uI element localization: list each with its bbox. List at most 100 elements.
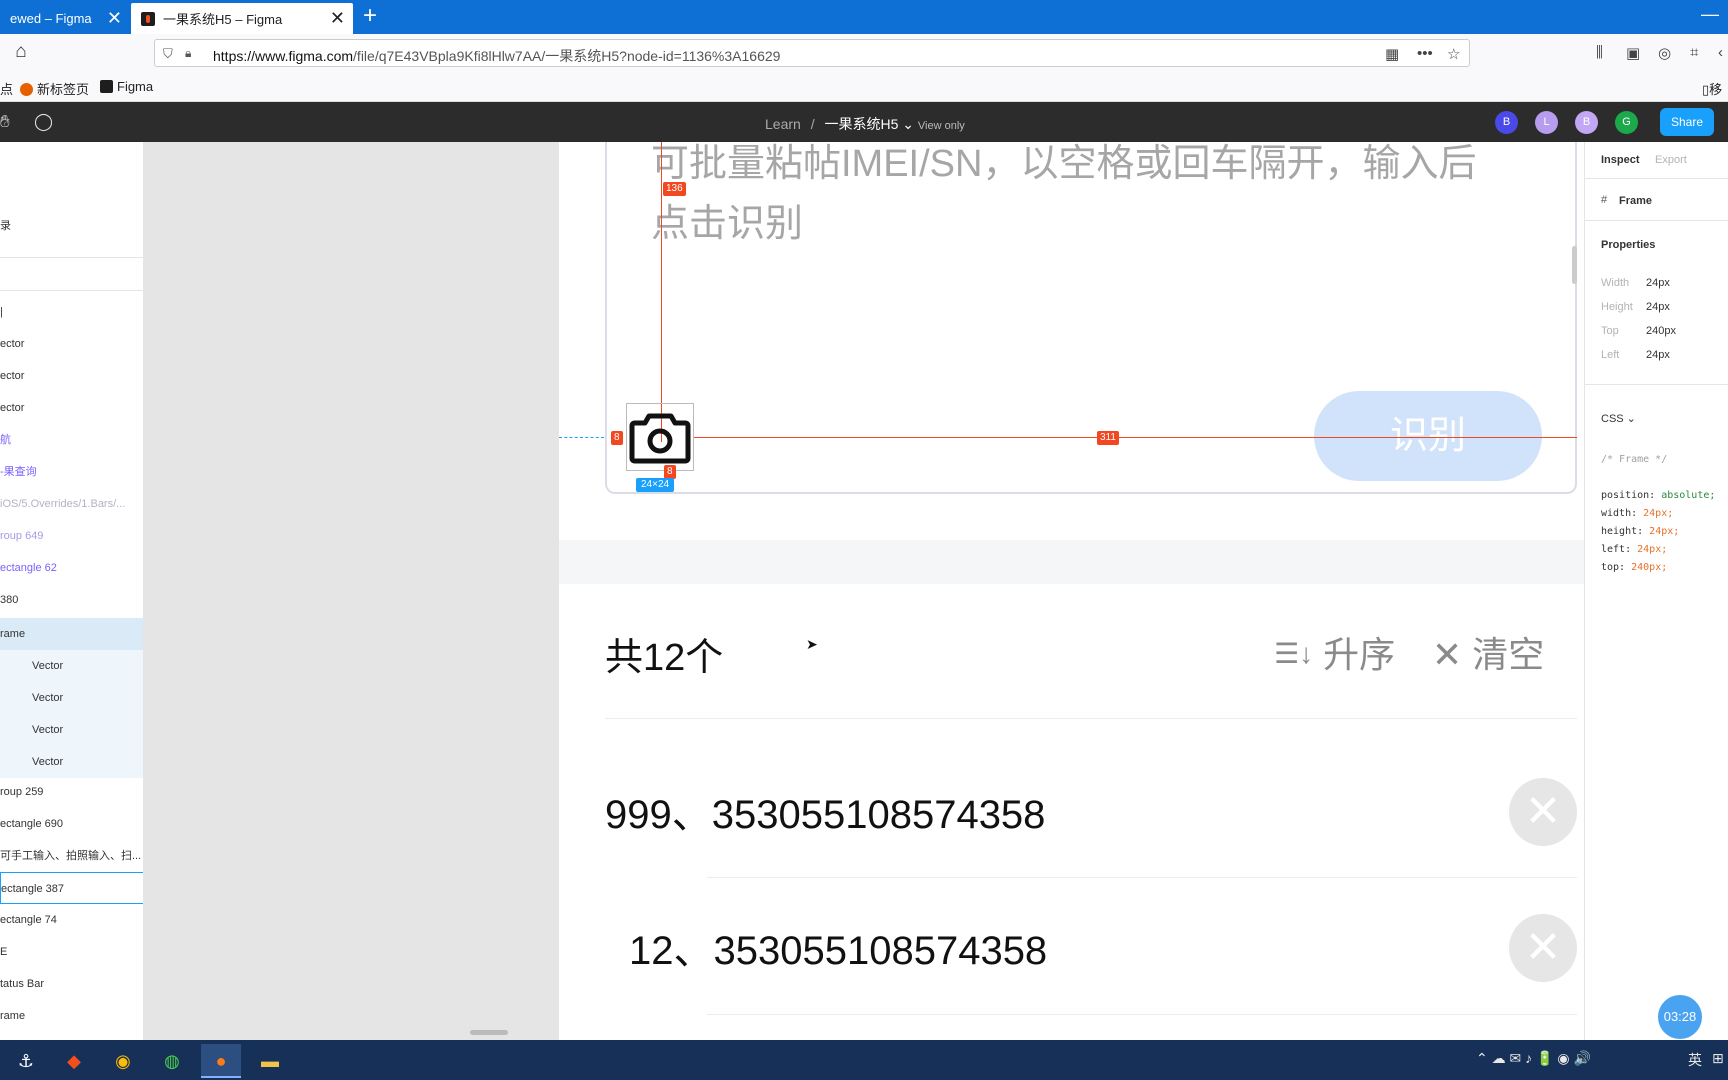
layer-item[interactable]: ector (0, 328, 143, 360)
breadcrumb-team[interactable]: Learn (765, 116, 801, 132)
distance-badge: 136 (663, 182, 686, 196)
vertical-scrollbar[interactable] (1572, 246, 1577, 284)
url-bar[interactable]: ⛉ 🔒︎ https://www.figma.com/file/q7E43VBp… (154, 39, 1470, 67)
camera-frame[interactable] (626, 403, 694, 471)
comment-icon[interactable]: ◯ (34, 112, 53, 132)
layer-item[interactable]: 航 (0, 424, 143, 456)
layer-item[interactable]: ector (0, 360, 143, 392)
design-frame[interactable]: 可批量粘帖IMEI/SN，以空格或回车隔开，输入后 点击识别 识别 136 8 … (559, 142, 1584, 1040)
shield-icon[interactable]: ⛉ (163, 46, 173, 62)
layer-item[interactable]: Vector (0, 746, 143, 778)
tab-inspect[interactable]: Inspect (1601, 154, 1640, 166)
url-path: /file/q7E43VBpla9Kfi8lHlw7AA/一果系统H5?node… (353, 48, 781, 64)
layer-item[interactable]: ector (0, 392, 143, 424)
qr-code-icon[interactable]: ▦ (1385, 45, 1399, 63)
bookmark-item[interactable]: 点 (0, 79, 13, 98)
layer-item[interactable]: rame (0, 1000, 143, 1032)
css-dropdown[interactable]: CSS ⌄ (1601, 412, 1636, 425)
account-icon[interactable]: ◎ (1658, 44, 1671, 62)
firefox-icon[interactable]: ● (201, 1044, 241, 1078)
inspect-panel: Inspect Export # Frame Properties Width … (1584, 142, 1728, 1040)
tab-close-icon[interactable]: ✕ (107, 8, 122, 28)
count-label: 共12个 (605, 637, 724, 679)
prop-value: 24px (1646, 277, 1670, 289)
layer-item[interactable]: 可手工输入、拍照输入、扫... (0, 840, 143, 872)
more-icon[interactable]: ••• (1417, 45, 1433, 62)
layer-item[interactable]: Vector (0, 682, 143, 714)
css-value: absolute; (1655, 490, 1716, 501)
layer-item[interactable]: Vector (0, 650, 143, 682)
clear-button[interactable]: ✕ 清空 (1432, 626, 1544, 678)
taskbar: ⚓︎ ◆ ◉ ◍ ● ▬ ⌃ ☁ ✉ ♪ 🔋 ◉ 🔊 英 ⊞ (0, 1040, 1728, 1080)
sidebar-icon[interactable]: ▣ (1626, 44, 1640, 62)
placeholder-line: 可批量粘帖IMEI/SN，以空格或回车隔开，输入后 (651, 143, 1477, 185)
bookmark-item[interactable]: 新标签页 (20, 79, 89, 98)
avatar[interactable]: L (1535, 111, 1558, 134)
tab-close-icon[interactable]: ✕ (330, 8, 345, 28)
dimension-badge: 24×24 (636, 478, 675, 492)
browser-window: { "browser": { "tab_inactive": "ewed – F… (0, 0, 1728, 1080)
layer-item[interactable]: E (0, 936, 143, 968)
sort-icon: ☰↓ (1274, 638, 1314, 669)
identify-button[interactable]: 识别 (1314, 391, 1542, 481)
lock-icon[interactable]: 🔒︎ (185, 46, 191, 61)
horizontal-scrollbar[interactable] (470, 1030, 508, 1035)
bookmark-star-icon[interactable]: ☆ (1447, 45, 1460, 63)
css-prop: height: (1601, 526, 1644, 537)
bookmark-item[interactable]: Figma (100, 79, 153, 94)
view-only-label: View only (917, 120, 965, 132)
wechat-icon[interactable]: ◍ (152, 1044, 192, 1078)
project-name[interactable]: 一果系统H5 (824, 116, 898, 132)
app-icon-1[interactable]: ⚓︎ (6, 1044, 46, 1078)
layer-item[interactable]: tatus Bar (0, 968, 143, 1000)
nav-bar: ⌂ ⛉ 🔒︎ https://www.figma.com/file/q7E43V… (0, 34, 1728, 72)
chrome-icon[interactable]: ◉ (103, 1044, 143, 1078)
prop-value: 24px (1646, 349, 1670, 361)
layer-item-selected[interactable]: rame (0, 618, 143, 650)
ime-indicator[interactable]: 英 (1688, 1050, 1702, 1070)
tab-active[interactable]: 一果系统H5 – Figma ✕ (131, 3, 353, 34)
keyboard-icon[interactable]: ⊞ (1712, 1050, 1724, 1067)
tab-inactive[interactable]: ewed – Figma ✕ (0, 3, 130, 34)
layer-item[interactable]: | (0, 296, 143, 328)
timer-badge[interactable]: 03:28 (1658, 995, 1702, 1039)
avatar[interactable]: G (1615, 111, 1638, 134)
layer-item-hovered[interactable]: ectangle 387 (0, 872, 143, 904)
layer-item[interactable]: Vector (0, 714, 143, 746)
system-tray-icons[interactable]: ⌃ ☁ ✉ ♪ 🔋 ◉ 🔊 (1476, 1050, 1591, 1067)
figma-app-icon[interactable]: ◆ (54, 1044, 94, 1078)
screenshot-icon[interactable]: ⌗ (1690, 44, 1698, 61)
mobile-bookmarks[interactable]: ▯移 (1702, 79, 1722, 98)
layer-item[interactable]: 录 (0, 210, 143, 242)
bookmarks-bar: 点 新标签页 Figma ▯移 (0, 72, 1728, 102)
overflow-icon[interactable]: ‹ (1718, 44, 1723, 61)
canvas[interactable]: 可批量粘帖IMEI/SN，以空格或回车隔开，输入后 点击识别 识别 136 8 … (144, 142, 1584, 1040)
imei-input-area[interactable]: 可批量粘帖IMEI/SN，以空格或回车隔开，输入后 点击识别 识别 (605, 142, 1577, 494)
library-icon[interactable]: ⫼ (1596, 44, 1603, 61)
distance-badge: 8 (664, 465, 676, 479)
folder-icon[interactable]: ▬ (250, 1044, 290, 1078)
css-prop: position: (1601, 490, 1656, 501)
layer-item[interactable]: ectangle 62 (0, 552, 143, 584)
layer-item[interactable]: -果查询 (0, 456, 143, 488)
share-button[interactable]: Share (1660, 108, 1714, 136)
avatar[interactable]: B (1495, 111, 1518, 134)
url-text[interactable]: https://www.figma.com/file/q7E43VBpla9Kf… (213, 46, 780, 66)
delete-icon[interactable]: ✕ (1509, 914, 1577, 982)
sort-button[interactable]: ☰↓ 升序 (1274, 626, 1395, 678)
avatar[interactable]: B (1575, 111, 1598, 134)
chevron-down-icon[interactable]: ⌄ (902, 116, 914, 132)
layer-item[interactable]: roup 259 (0, 776, 143, 808)
new-tab-button[interactable]: + (358, 3, 382, 31)
layer-item[interactable]: ectangle 74 (0, 904, 143, 936)
tab-export[interactable]: Export (1655, 154, 1687, 166)
layer-item[interactable]: roup 649 (0, 520, 143, 552)
layer-item[interactable]: 380 (0, 584, 143, 616)
delete-icon[interactable]: ✕ (1509, 778, 1577, 846)
hand-tool-icon[interactable]: ✋︎ (0, 112, 10, 132)
minimize-button[interactable]: — (1700, 4, 1720, 28)
bookmark-label: 新标签页 (37, 82, 90, 97)
home-icon[interactable]: ⌂ (8, 41, 34, 65)
layer-item[interactable]: iOS/5.Overrides/1.Bars/... (0, 488, 143, 520)
layer-item[interactable]: ectangle 690 (0, 808, 143, 840)
